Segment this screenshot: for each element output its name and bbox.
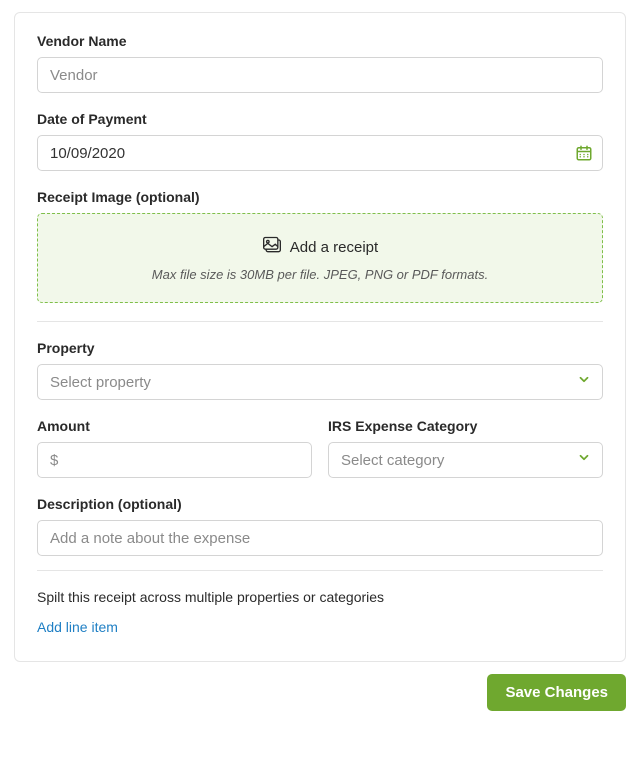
dropzone-subtext: Max file size is 30MB per file. JPEG, PN… <box>48 267 592 282</box>
vendor-field: Vendor Name <box>37 33 603 93</box>
property-label: Property <box>37 340 603 356</box>
property-select-placeholder: Select property <box>50 374 151 391</box>
receipt-dropzone[interactable]: Add a receipt Max file size is 30MB per … <box>37 213 603 303</box>
property-field: Property Select property <box>37 340 603 400</box>
description-field: Description (optional) <box>37 496 603 556</box>
date-label: Date of Payment <box>37 111 603 127</box>
date-field: Date of Payment <box>37 111 603 171</box>
divider <box>37 570 603 571</box>
irs-category-placeholder: Select category <box>341 452 444 469</box>
calendar-icon[interactable] <box>575 144 593 162</box>
add-line-item-link[interactable]: Add line item <box>37 619 118 635</box>
property-select[interactable]: Select property <box>37 364 603 400</box>
irs-category-select[interactable]: Select category <box>328 442 603 478</box>
date-input[interactable] <box>37 135 603 171</box>
vendor-input[interactable] <box>37 57 603 93</box>
irs-category-label: IRS Expense Category <box>328 418 603 434</box>
description-label: Description (optional) <box>37 496 603 512</box>
form-footer: Save Changes <box>14 674 626 711</box>
vendor-label: Vendor Name <box>37 33 603 49</box>
expense-form-card: Vendor Name Date of Payment <box>14 12 626 662</box>
description-input[interactable] <box>37 520 603 556</box>
save-button[interactable]: Save Changes <box>487 674 626 711</box>
irs-category-field: IRS Expense Category Select category <box>328 418 603 478</box>
divider <box>37 321 603 322</box>
amount-input[interactable] <box>37 442 312 478</box>
split-text: Spilt this receipt across multiple prope… <box>37 589 603 605</box>
amount-label: Amount <box>37 418 312 434</box>
receipt-field: Receipt Image (optional) Add a receipt M… <box>37 189 603 303</box>
receipt-label: Receipt Image (optional) <box>37 189 603 205</box>
amount-field: Amount <box>37 418 312 478</box>
dropzone-title-text: Add a receipt <box>290 239 378 256</box>
amount-category-row: Amount IRS Expense Category Select categ… <box>37 418 603 496</box>
image-icon <box>262 236 282 258</box>
